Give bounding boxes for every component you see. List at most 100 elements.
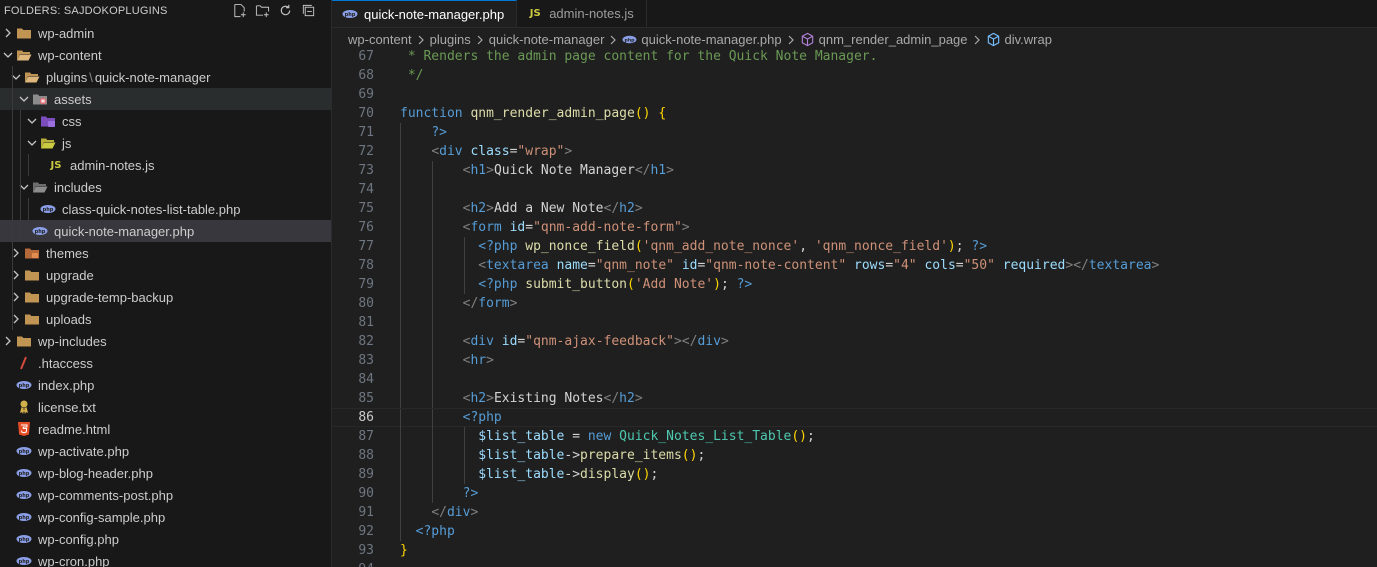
license-file-icon <box>16 399 32 415</box>
tree-item-plugins-quick-note-manager[interactable]: plugins \ quick-note-manager <box>0 66 331 88</box>
php-file-icon: php <box>32 223 48 239</box>
line-number: 77 <box>358 239 374 254</box>
tree-item-wp-content[interactable]: wp-content <box>0 44 331 66</box>
line-number: 86 <box>358 410 374 425</box>
line-number: 75 <box>358 201 374 216</box>
line-content: <?php <box>415 524 455 539</box>
svg-text:php: php <box>625 37 636 43</box>
indent-guide <box>12 66 13 88</box>
collapse-all-icon[interactable] <box>300 2 317 19</box>
line-content: * Renders the admin page content for the… <box>400 49 878 64</box>
tree-item-wp-activate-php[interactable]: php wp-activate.php <box>0 440 331 462</box>
tree-item-themes[interactable]: themes <box>0 242 331 264</box>
indent-guide <box>12 110 13 132</box>
indent-guide <box>28 154 29 176</box>
chevron-right-icon <box>8 267 24 283</box>
tree-item-wp-admin[interactable]: wp-admin <box>0 22 331 44</box>
line-content: ?> <box>462 486 479 501</box>
tree-item-label: admin-notes.js <box>70 157 155 173</box>
svg-text:php: php <box>19 493 30 499</box>
explorer-title: FOLDERS: SAJDOKOPLUGINS <box>4 5 168 17</box>
indent-guide <box>12 132 13 154</box>
line-content: <?php submit_button('Add Note'); ?> <box>478 277 753 292</box>
line-number: 72 <box>358 144 374 159</box>
chevron-down-icon <box>0 47 16 63</box>
tree-item-wp-blog-header-php[interactable]: php wp-blog-header.php <box>0 462 331 484</box>
line-content: $list_table->prepare_items(); <box>478 448 706 463</box>
code-editor[interactable]: 67 * Renders the admin page content for … <box>332 47 1377 567</box>
folder-icon <box>24 267 40 283</box>
line-content: } <box>400 543 408 558</box>
tree-item-label: license.txt <box>38 399 96 415</box>
breadcrumb-wp-content[interactable]: wp-content <box>348 32 412 47</box>
tree-item-label: wp-activate.php <box>38 443 130 459</box>
indent-guide <box>12 176 13 198</box>
tree-item-uploads[interactable]: uploads <box>0 308 331 330</box>
indent-guide <box>12 286 13 308</box>
chevron-right-icon <box>786 35 796 45</box>
tree-item-label: quick-note-manager.php <box>54 223 195 239</box>
breadcrumb-quick-note-manager[interactable]: quick-note-manager <box>489 32 605 47</box>
chevron-right-icon <box>8 245 24 261</box>
svg-text:php: php <box>19 383 30 389</box>
line-number: 93 <box>358 543 374 558</box>
tree-item-htaccess[interactable]: .htaccess <box>0 352 331 374</box>
tab-admin-notes-js[interactable]: JS admin-notes.js <box>517 0 647 27</box>
breadcrumb-element[interactable]: div.wrap <box>1005 32 1052 47</box>
code-line: 68 */ <box>332 66 1377 85</box>
breadcrumb-plugins[interactable]: plugins <box>430 32 471 47</box>
tree-item-admin-notes-js[interactable]: JS admin-notes.js <box>0 154 331 176</box>
indent-guide <box>20 198 21 220</box>
indent-guide <box>20 132 21 154</box>
line-number: 71 <box>358 125 374 140</box>
tree-item-label: wp-comments-post.php <box>38 487 174 503</box>
tree-item-assets[interactable]: assets <box>0 88 331 110</box>
code-line: 89 $list_table->display(); <box>332 465 1377 484</box>
tree-item-license-txt[interactable]: license.txt <box>0 396 331 418</box>
chevron-right-icon <box>972 35 982 45</box>
line-number: 88 <box>358 448 374 463</box>
tree-item-includes[interactable]: includes <box>0 176 331 198</box>
tree-item-label: wp-blog-header.php <box>38 465 153 481</box>
tree-item-upgrade[interactable]: upgrade <box>0 264 331 286</box>
tab-label: admin-notes.js <box>549 6 634 21</box>
tree-item-label: wp-admin <box>38 25 95 41</box>
tree-item-wp-cron-php[interactable]: php wp-cron.php <box>0 550 331 567</box>
breadcrumb-function[interactable]: qnm_render_admin_page <box>819 32 968 47</box>
refresh-icon[interactable] <box>277 2 294 19</box>
php-file-icon: php <box>16 377 32 393</box>
code-line: 77 <?php wp_nonce_field('qnm_add_note_no… <box>332 237 1377 256</box>
tree-item-js[interactable]: js <box>0 132 331 154</box>
code-line: 91 </div> <box>332 503 1377 522</box>
line-number: 83 <box>358 353 374 368</box>
tree-item-wp-includes[interactable]: wp-includes <box>0 330 331 352</box>
indent-guide <box>20 110 21 132</box>
indent-guide <box>28 198 29 220</box>
line-content: <h1>Quick Note Manager</h1> <box>462 163 674 178</box>
new-file-icon[interactable] <box>231 2 248 19</box>
code-line: 80 </form> <box>332 294 1377 313</box>
tree-item-label: css <box>62 113 82 129</box>
new-folder-icon[interactable] <box>254 2 271 19</box>
tree-item-css[interactable]: css <box>0 110 331 132</box>
tree-item-class-quick-notes-list-table-php[interactable]: php class-quick-notes-list-table.php <box>0 198 331 220</box>
tree-item-readme-html[interactable]: readme.html <box>0 418 331 440</box>
indent-guide <box>12 198 13 220</box>
tree-item-index-php[interactable]: php index.php <box>0 374 331 396</box>
tab-quick-note-manager-php[interactable]: php quick-note-manager.php <box>332 0 518 27</box>
tree-item-upgrade-temp-backup[interactable]: upgrade-temp-backup <box>0 286 331 308</box>
line-content: <h2>Add a New Note</h2> <box>462 201 643 216</box>
code-line: 70 function qnm_render_admin_page() { <box>332 104 1377 123</box>
line-content: ?> <box>431 125 447 140</box>
svg-text:php: php <box>19 515 30 521</box>
tree-item-wp-config-php[interactable]: php wp-config.php <box>0 528 331 550</box>
tree-item-wp-comments-post-php[interactable]: php wp-comments-post.php <box>0 484 331 506</box>
breadcrumb-file[interactable]: quick-note-manager.php <box>641 32 781 47</box>
code-line: 82 <div id="qnm-ajax-feedback"></div> <box>332 332 1377 351</box>
tree-item-wp-config-sample-php[interactable]: php wp-config-sample.php <box>0 506 331 528</box>
php-file-icon: php <box>342 6 358 22</box>
tree-item-quick-note-manager-php[interactable]: php quick-note-manager.php <box>0 220 331 242</box>
php-file-icon: php <box>16 487 32 503</box>
line-content: function qnm_render_admin_page() { <box>400 106 667 121</box>
line-content: $list_table = new Quick_Notes_List_Table… <box>478 429 815 444</box>
